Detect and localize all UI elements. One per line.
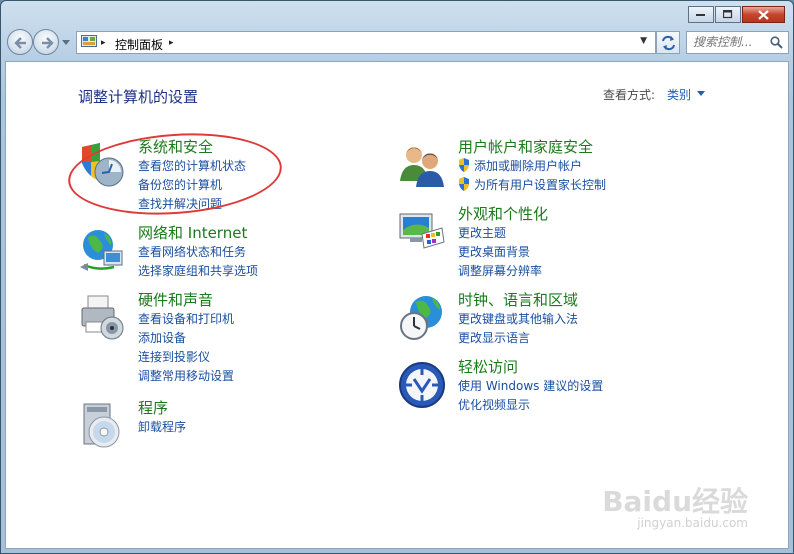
programs-disc-icon xyxy=(83,403,120,448)
breadcrumb-control-panel[interactable]: 控制面板 xyxy=(115,36,163,53)
maximize-button[interactable] xyxy=(715,6,741,23)
watermark-url: jingyan.baidu.com xyxy=(637,516,748,530)
address-dropdown-icon[interactable]: ▼ xyxy=(640,36,647,46)
view-by-dropdown-icon[interactable] xyxy=(697,91,706,97)
link-mobility-settings[interactable]: 调整常用移动设置 xyxy=(138,367,234,384)
refresh-icon xyxy=(662,35,675,51)
breadcrumb-separator[interactable]: ▸ xyxy=(101,38,106,48)
recent-pages-dropdown-icon[interactable] xyxy=(62,39,71,47)
link-add-remove-user-label[interactable]: 添加或删除用户帐户 xyxy=(474,159,582,173)
refresh-button[interactable] xyxy=(656,31,680,54)
search-input[interactable] xyxy=(693,35,763,49)
control-panel-content: 调整计算机的设置 查看方式: 类别 系统和安全 查看您的计算机状态 备份您的计算… xyxy=(5,61,789,549)
watermark-brand: Baidu经验 xyxy=(602,485,748,518)
link-homegroup-sharing[interactable]: 选择家庭组和共享选项 xyxy=(138,262,258,279)
ease-of-access-icon xyxy=(399,362,445,408)
forward-button[interactable] xyxy=(33,29,59,55)
category-title-programs[interactable]: 程序 xyxy=(138,397,168,418)
link-uninstall-program[interactable]: 卸载程序 xyxy=(138,418,186,435)
page-title: 调整计算机的设置 xyxy=(78,88,199,106)
link-change-display-language[interactable]: 更改显示语言 xyxy=(458,329,530,346)
category-title-user-accounts[interactable]: 用户帐户和家庭安全 xyxy=(458,136,593,157)
monitor-palette-icon xyxy=(399,213,445,249)
link-optimize-video-display[interactable]: 优化视频显示 xyxy=(458,396,530,413)
link-connect-projector[interactable]: 连接到投影仪 xyxy=(138,348,210,365)
link-change-theme[interactable]: 更改主题 xyxy=(458,224,506,241)
control-panel-icon xyxy=(81,35,97,47)
uac-shield-icon xyxy=(459,177,469,191)
breadcrumb-separator[interactable]: ▸ xyxy=(169,38,174,48)
view-by-select[interactable]: 类别 xyxy=(667,86,691,103)
control-panel-window: ▸ 控制面板 ▸ ▼ 调整计算机的设置 查看方式: 类别 xyxy=(0,0,794,554)
link-adjust-resolution[interactable]: 调整屏幕分辨率 xyxy=(458,262,542,279)
search-box[interactable] xyxy=(686,31,789,54)
network-globe-icon xyxy=(80,230,123,271)
link-view-network-status[interactable]: 查看网络状态和任务 xyxy=(138,243,246,260)
link-use-windows-suggested-settings[interactable]: 使用 Windows 建议的设置 xyxy=(458,377,603,394)
category-title-hardware-sound[interactable]: 硬件和声音 xyxy=(138,289,213,310)
category-title-clock-language-region[interactable]: 时钟、语言和区域 xyxy=(458,289,578,310)
users-icon xyxy=(400,147,444,187)
link-parental-controls-label[interactable]: 为所有用户设置家长控制 xyxy=(474,178,606,192)
minimize-button[interactable] xyxy=(688,6,714,23)
arrow-left-icon xyxy=(14,37,26,49)
link-change-desktop-background[interactable]: 更改桌面背景 xyxy=(458,243,530,260)
category-title-appearance[interactable]: 外观和个性化 xyxy=(458,203,548,224)
back-button[interactable] xyxy=(7,29,33,55)
search-icon[interactable] xyxy=(770,36,783,49)
printer-icon xyxy=(81,295,124,340)
close-button[interactable] xyxy=(742,6,785,23)
category-title-ease-of-access[interactable]: 轻松访问 xyxy=(458,356,518,377)
window-controls xyxy=(688,6,785,23)
uac-shield-icon xyxy=(459,158,469,172)
link-add-remove-user[interactable]: 添加或删除用户帐户 xyxy=(458,157,582,174)
link-parental-controls[interactable]: 为所有用户设置家长控制 xyxy=(458,176,606,193)
category-title-network-internet[interactable]: 网络和 Internet xyxy=(138,222,247,243)
link-devices-printers[interactable]: 查看设备和打印机 xyxy=(138,310,234,327)
address-bar[interactable]: ▸ 控制面板 ▸ ▼ xyxy=(76,31,656,54)
link-change-keyboard[interactable]: 更改键盘或其他输入法 xyxy=(458,310,578,327)
arrow-right-icon xyxy=(42,37,54,49)
view-by-label: 查看方式: xyxy=(603,88,656,102)
clock-globe-icon xyxy=(400,296,442,340)
navigation-toolbar: ▸ 控制面板 ▸ ▼ xyxy=(5,29,789,57)
link-add-device[interactable]: 添加设备 xyxy=(138,329,186,346)
